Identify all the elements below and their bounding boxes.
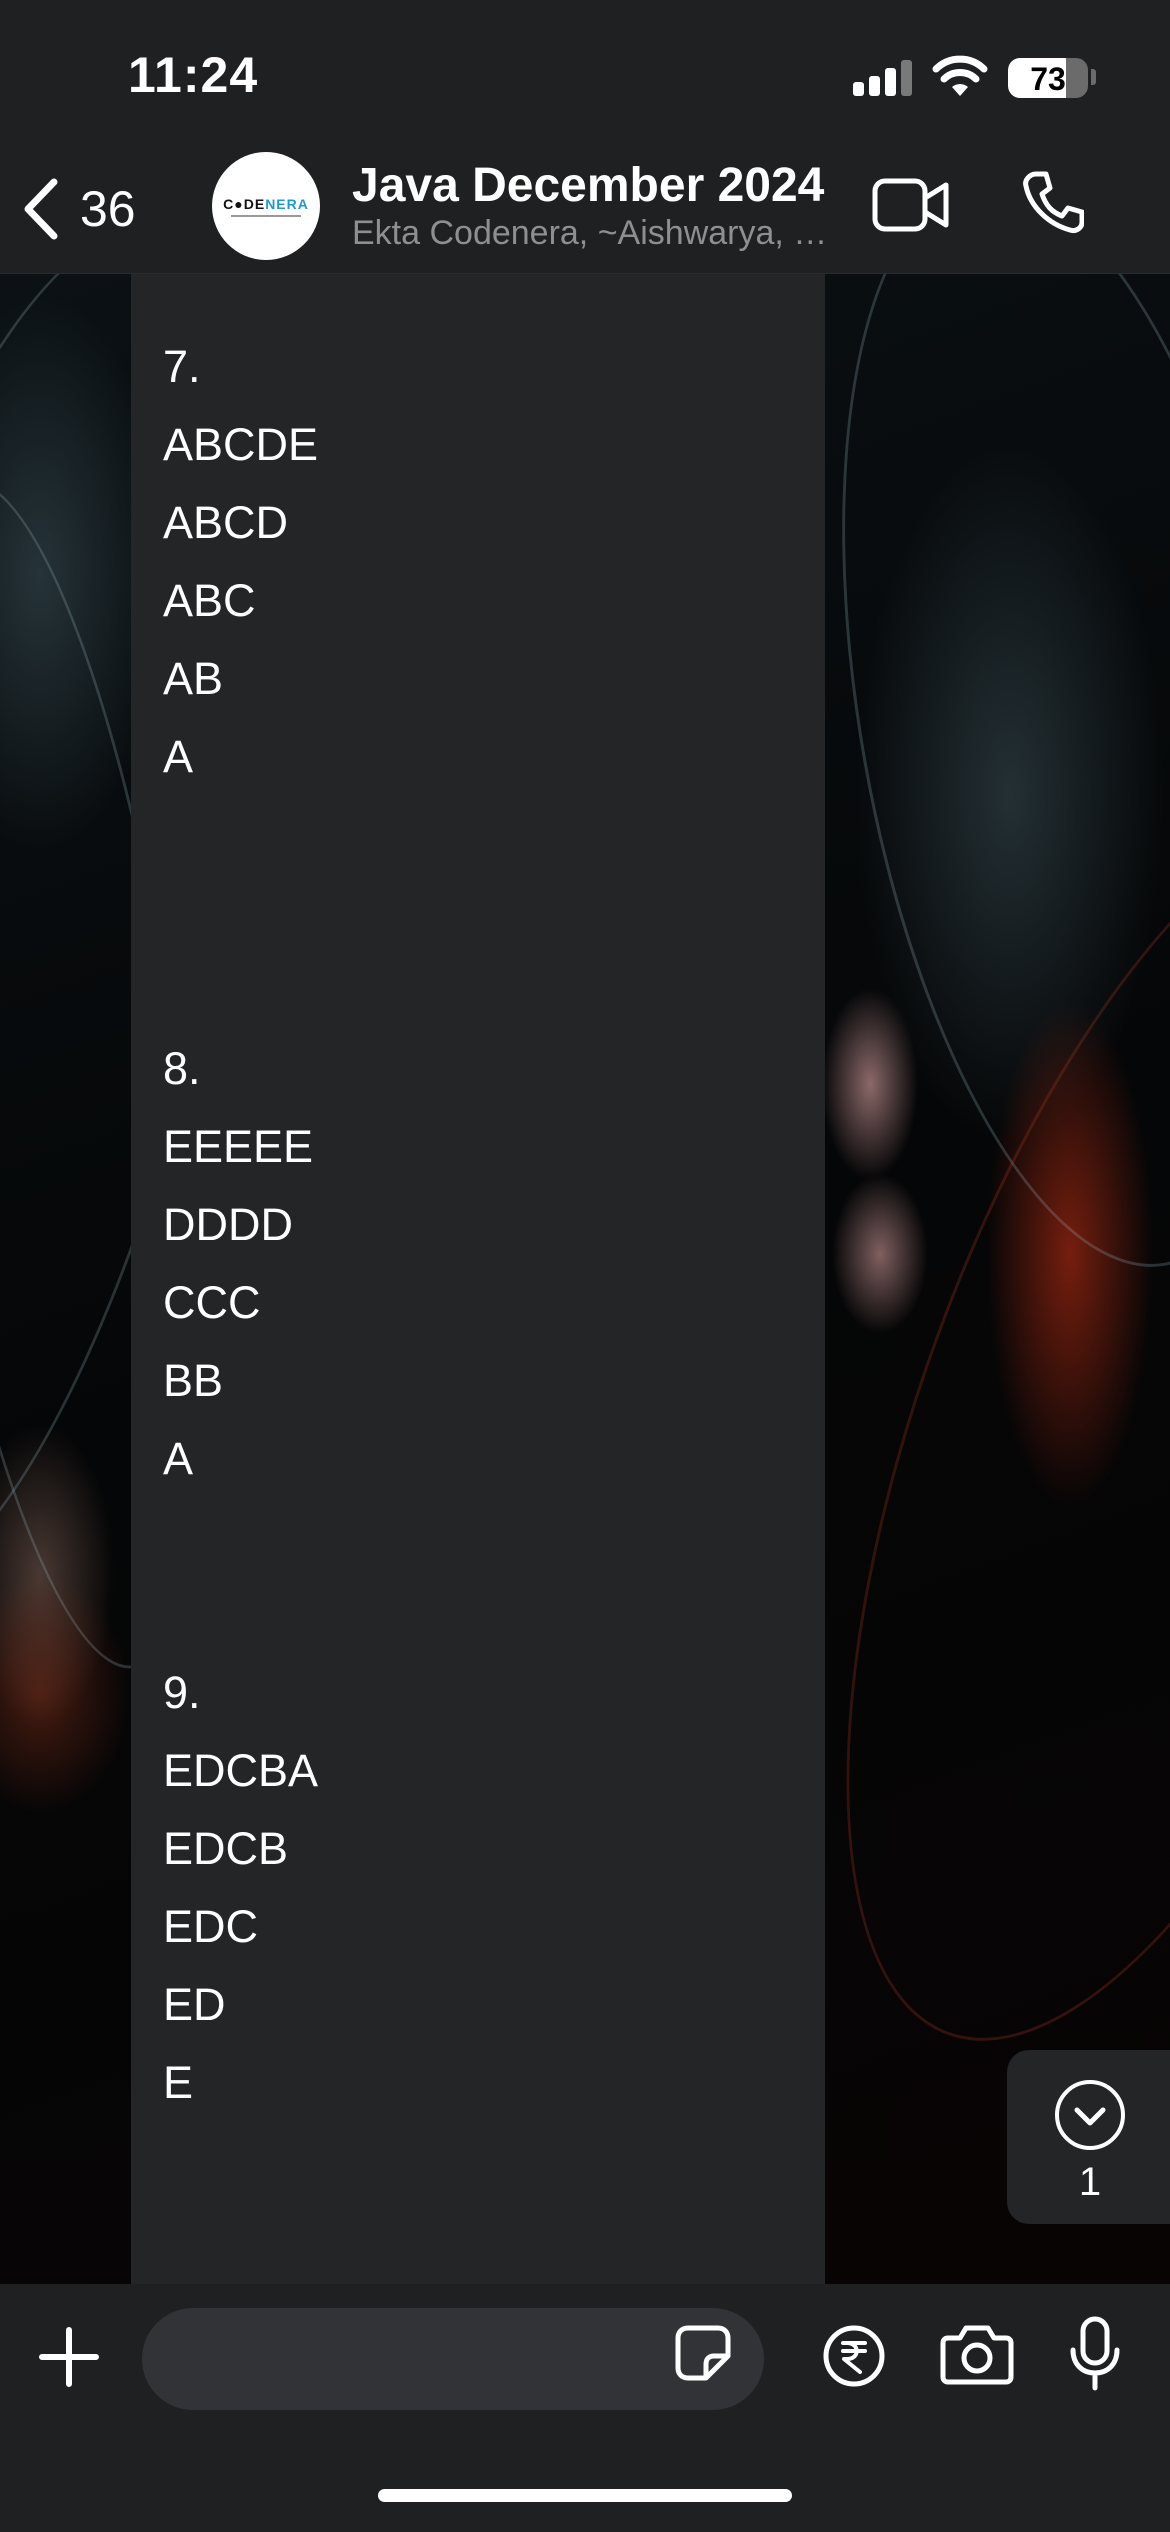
home-indicator[interactable] bbox=[378, 2489, 792, 2502]
message-line: ABC bbox=[163, 575, 256, 626]
signal-icon bbox=[853, 56, 913, 96]
message-line: ABCDE bbox=[163, 419, 319, 470]
message-line: DDDD bbox=[163, 1199, 293, 1250]
chat-members-subtitle[interactable]: Ekta Codenera, ~Aishwarya, ~Ankit, ~Rite… bbox=[352, 214, 844, 253]
scroll-to-bottom-button[interactable]: 1 bbox=[1007, 2050, 1170, 2224]
attach-plus-button[interactable] bbox=[38, 2326, 100, 2388]
message-line: AB bbox=[163, 653, 224, 704]
status-bar: 11:24 73 bbox=[0, 0, 1170, 150]
chat-header: 36 C●DENERA Java December 2024 Ekta Code… bbox=[0, 150, 1170, 274]
message-line: BB bbox=[163, 1355, 224, 1406]
group-avatar[interactable]: C●DENERA bbox=[212, 152, 320, 260]
payment-rupee-button[interactable] bbox=[822, 2324, 886, 2388]
chevron-left-icon bbox=[24, 178, 58, 240]
codenera-logo: C●DENERA bbox=[223, 195, 309, 212]
battery-percent: 73 bbox=[1030, 61, 1066, 97]
sticker-button[interactable] bbox=[672, 2322, 734, 2384]
message-line: 8. bbox=[163, 1043, 201, 1094]
message-input[interactable] bbox=[142, 2308, 764, 2410]
status-time: 11:24 bbox=[128, 47, 259, 103]
message-line: 9. bbox=[163, 1667, 201, 1718]
wifi-icon bbox=[932, 55, 988, 96]
message-line: E bbox=[163, 2057, 194, 2108]
battery-icon: 73 bbox=[1008, 58, 1088, 98]
message-line: ABCD bbox=[163, 497, 289, 548]
message-line: A bbox=[163, 1433, 194, 1484]
microphone-button[interactable] bbox=[1068, 2316, 1122, 2392]
message-line: CCC bbox=[163, 1277, 261, 1328]
unread-chats-count: 36 bbox=[80, 181, 136, 237]
voice-call-button[interactable] bbox=[1022, 170, 1084, 234]
video-call-button[interactable] bbox=[872, 176, 950, 234]
message-line: ED bbox=[163, 1979, 226, 2030]
message-line: EDCBA bbox=[163, 1745, 319, 1796]
chat-title[interactable]: Java December 2024 bbox=[352, 158, 824, 213]
message-line: EDCB bbox=[163, 1823, 289, 1874]
back-button[interactable]: 36 bbox=[20, 174, 136, 244]
message-line: EDC bbox=[163, 1901, 259, 1952]
message-line: 7. bbox=[163, 341, 201, 392]
chevron-down-icon bbox=[1055, 2080, 1125, 2150]
message-line: EEEEE bbox=[163, 1121, 314, 1172]
message-line: A bbox=[163, 731, 194, 782]
unread-message-count: 1 bbox=[1078, 2160, 1102, 2204]
camera-button[interactable] bbox=[940, 2322, 1014, 2386]
